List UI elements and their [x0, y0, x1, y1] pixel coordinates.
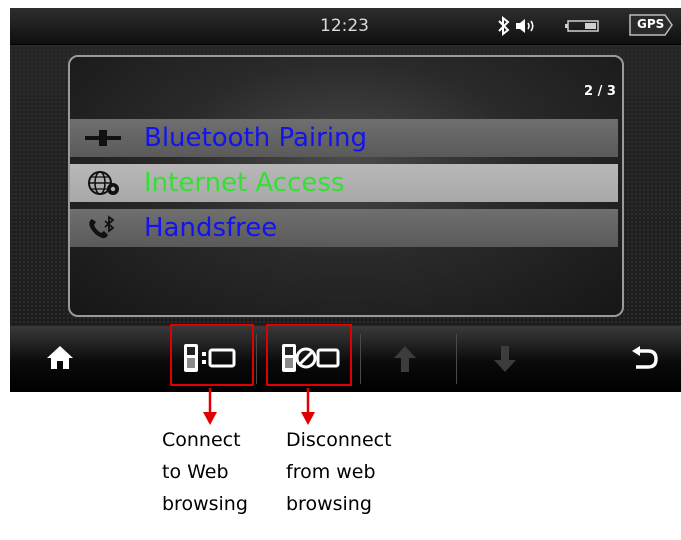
toolbar-separator: [256, 334, 257, 384]
connect-callout-line: to Web: [162, 461, 229, 483]
bluetooth-icon: [498, 16, 510, 36]
connect-callout-line: browsing: [162, 493, 248, 515]
home-icon: [47, 346, 73, 369]
toolbar-separator: [456, 334, 457, 384]
back-button[interactable]: [610, 326, 676, 392]
connect-callout-line: Connect: [162, 429, 241, 451]
arrow-down-icon: [494, 346, 516, 372]
menu-item-handsfree[interactable]: Handsfree: [70, 209, 618, 247]
menu-item-label: Internet Access: [144, 168, 345, 198]
gps-badge[interactable]: GPS: [629, 14, 673, 36]
back-icon: [632, 346, 658, 369]
menu-item-bluetooth-pairing[interactable]: Bluetooth Pairing: [70, 119, 618, 157]
battery-icon: [565, 20, 599, 32]
page-indicator: 2 / 3: [584, 84, 616, 99]
menu-item-label: Handsfree: [144, 213, 278, 243]
connect-arrow: [203, 388, 217, 425]
connect-highlight-box: [170, 324, 254, 386]
menu-item-internet-access[interactable]: Internet Access: [70, 164, 618, 202]
menu-item-label: Bluetooth Pairing: [144, 123, 368, 153]
phone-bluetooth-icon: [89, 215, 115, 239]
disconnect-callout-line: Disconnect: [286, 429, 392, 451]
clock: 12:23: [320, 16, 369, 36]
home-button[interactable]: [30, 326, 90, 392]
scroll-up-button[interactable]: [372, 326, 442, 392]
disconnect-callout: Disconnect from web browsing: [286, 424, 392, 520]
disconnect-arrow: [301, 388, 315, 425]
disconnect-callout-line: browsing: [286, 493, 372, 515]
plug-icon: [85, 130, 121, 146]
speaker-icon: [516, 19, 534, 33]
globe-gear-icon: [88, 171, 119, 195]
scroll-down-button[interactable]: [472, 326, 542, 392]
status-bar: 12:23 GPS: [10, 8, 681, 45]
disconnect-highlight-box: [266, 324, 352, 386]
toolbar-separator: [360, 334, 361, 384]
connect-callout: Connect to Web browsing: [162, 424, 248, 520]
arrow-up-icon: [394, 346, 416, 372]
menu-panel: 2 / 3 Bluetooth Pairing Internet Access: [68, 55, 624, 317]
disconnect-callout-line: from web: [286, 461, 376, 483]
gps-label: GPS: [637, 17, 665, 31]
